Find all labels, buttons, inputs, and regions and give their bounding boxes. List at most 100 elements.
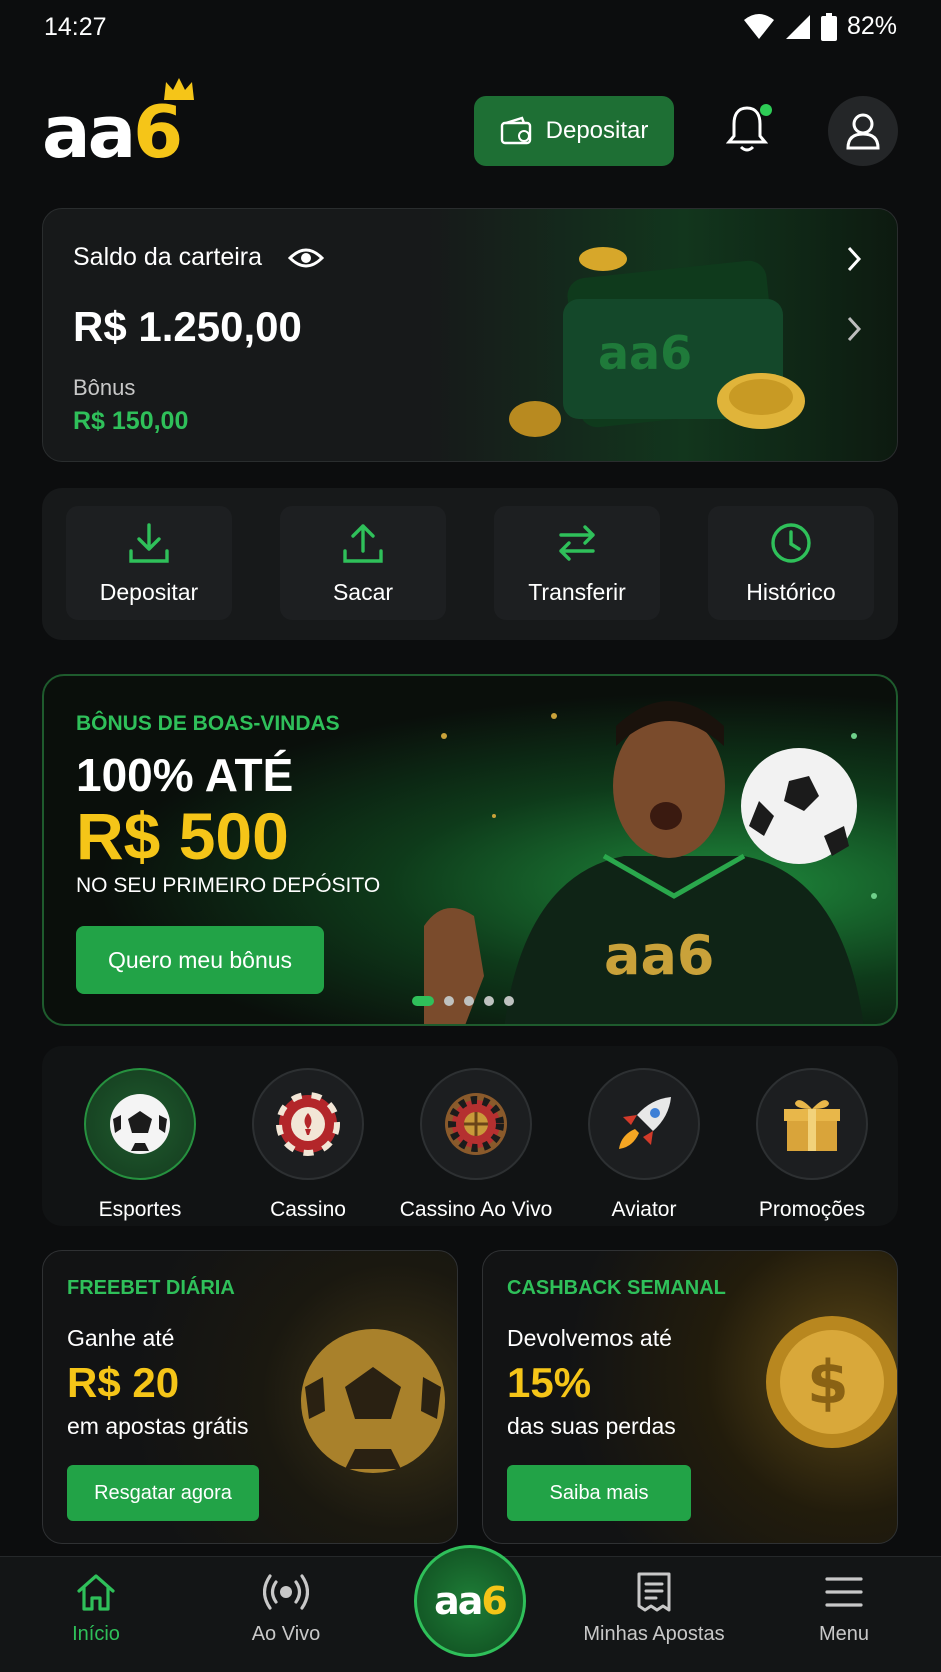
- wallet-label: Saldo da carteira: [73, 243, 263, 271]
- notifications-button[interactable]: [725, 104, 776, 158]
- quick-action-label: Histórico: [746, 578, 836, 605]
- banner-headline: 100% ATÉ: [76, 749, 294, 801]
- welcome-bonus-banner[interactable]: aa6 BÔNUS DE BOAS-VINDAS 100% ATÉ R$ 500…: [42, 674, 898, 1026]
- nav-label: Minhas Apostas: [583, 1623, 725, 1645]
- crown-icon: [164, 78, 194, 100]
- category-label: Cassino: [270, 1198, 346, 1221]
- upload-icon: [343, 523, 383, 563]
- wallet-bonus-label: Bônus: [73, 375, 136, 400]
- wallet-illustration: aa6: [509, 247, 805, 437]
- promo-line1: Ganhe até: [67, 1325, 175, 1351]
- nav-live[interactable]: Ao Vivo: [206, 1571, 366, 1646]
- nav-label: Ao Vivo: [251, 1623, 321, 1645]
- promo-line2: em apostas grátis: [67, 1413, 249, 1439]
- nav-home-logo-button[interactable]: aa6: [414, 1545, 526, 1657]
- chevron-right-icon[interactable]: [845, 245, 863, 273]
- quick-action-label: Depositar: [99, 578, 199, 605]
- rocket-icon: [619, 1097, 671, 1149]
- category-row: Esportes Cassino Cassino Ao Vivo Aviator…: [42, 1046, 898, 1226]
- nav-logo-text: aa6: [434, 1579, 508, 1623]
- category-label: Cassino Ao Vivo: [399, 1198, 553, 1221]
- wallet-icon: [500, 116, 531, 145]
- home-icon: [77, 1574, 115, 1611]
- promo-amount: R$ 20: [67, 1359, 180, 1406]
- status-time: 14:27: [44, 13, 107, 41]
- gift-icon: [784, 1100, 840, 1151]
- battery-icon: [820, 12, 837, 41]
- category-sports[interactable]: Esportes: [55, 1068, 225, 1222]
- app-logo[interactable]: aa6: [42, 76, 212, 176]
- cashback-card[interactable]: $ CASHBACK SEMANAL Devolvemos até 15% da…: [482, 1250, 898, 1544]
- category-live-casino[interactable]: Cassino Ao Vivo: [391, 1068, 561, 1222]
- banner-amount: R$ 500: [76, 799, 289, 873]
- nav-my-bets[interactable]: Minhas Apostas: [574, 1571, 734, 1646]
- header-deposit-label: Depositar: [545, 117, 649, 144]
- carousel-dot[interactable]: [484, 996, 494, 1006]
- notification-dot: [760, 104, 772, 116]
- logo-text: aa6: [42, 90, 183, 174]
- quick-action-history[interactable]: Histórico: [708, 506, 874, 620]
- nav-label: Início: [72, 1623, 120, 1645]
- jersey-logo: aa6: [604, 924, 714, 987]
- carousel-dots: [412, 996, 514, 1006]
- status-icons: 82%: [743, 12, 897, 41]
- status-bar: 14:27 82%: [0, 0, 941, 56]
- freebet-card[interactable]: FREEBET DIÁRIA Ganhe até R$ 20 em aposta…: [42, 1250, 458, 1544]
- betslip-icon: [637, 1572, 671, 1612]
- nav-label: Menu: [818, 1623, 870, 1645]
- gold-soccer-ball-illustration: [301, 1329, 445, 1473]
- category-label: Esportes: [98, 1198, 182, 1221]
- banner-subline: NO SEU PRIMEIRO DEPÓSITO: [76, 874, 381, 897]
- user-icon: [846, 113, 880, 150]
- header-deposit-button[interactable]: Depositar: [474, 96, 674, 166]
- transfer-icon: [559, 524, 595, 561]
- roulette-icon: [445, 1093, 507, 1155]
- quick-action-withdraw[interactable]: Sacar: [280, 506, 446, 620]
- promo-eyebrow: FREEBET DIÁRIA: [67, 1277, 235, 1299]
- category-casino[interactable]: Cassino: [223, 1068, 393, 1222]
- svg-text:aa6: aa6: [598, 326, 692, 380]
- signal-icon: [785, 14, 810, 39]
- category-promotions[interactable]: Promoções: [727, 1068, 897, 1222]
- wifi-icon: [743, 13, 774, 39]
- category-label: Aviator: [611, 1198, 677, 1221]
- quick-action-deposit[interactable]: Depositar: [66, 506, 232, 620]
- category-aviator[interactable]: Aviator: [559, 1068, 729, 1222]
- nav-home[interactable]: Início: [16, 1571, 176, 1646]
- quick-action-label: Transferir: [528, 578, 626, 605]
- learn-more-button[interactable]: Saiba mais: [507, 1465, 691, 1521]
- promo-line1: Devolvemos até: [507, 1325, 672, 1351]
- nav-menu[interactable]: Menu: [764, 1571, 924, 1646]
- promo-line2: das suas perdas: [507, 1413, 676, 1439]
- carousel-dot[interactable]: [444, 996, 454, 1006]
- carousel-dot[interactable]: [464, 996, 474, 1006]
- quick-action-transfer[interactable]: Transferir: [494, 506, 660, 620]
- bottom-navigation: Início Ao Vivo aa6 Minhas Apostas Menu: [0, 1545, 941, 1672]
- player-illustration: aa6: [424, 701, 877, 1024]
- app-header: aa6 Depositar: [42, 76, 898, 176]
- claim-freebet-button[interactable]: Resgatar agora: [67, 1465, 259, 1521]
- promo-eyebrow: CASHBACK SEMANAL: [507, 1277, 726, 1299]
- carousel-dot[interactable]: [504, 996, 514, 1006]
- chevron-right-icon[interactable]: [845, 315, 863, 343]
- profile-button[interactable]: [828, 96, 898, 166]
- quick-actions: Depositar Sacar Transferir Histórico: [42, 488, 898, 640]
- hamburger-menu-icon: [825, 1577, 863, 1607]
- battery-percent: 82%: [846, 12, 897, 40]
- category-label: Promoções: [758, 1198, 866, 1221]
- wallet-balance: R$ 1.250,00: [73, 303, 302, 350]
- clock-icon: [771, 522, 811, 563]
- wallet-card[interactable]: Saldo da carteira R$ 1.250,00 Bônus R$ 1…: [42, 208, 898, 462]
- svg-text:$: $: [807, 1348, 849, 1418]
- wallet-bonus-amount: R$ 150,00: [73, 407, 189, 435]
- soccer-ball-icon: [110, 1094, 170, 1154]
- wallet-label-row: Saldo da carteira: [73, 243, 325, 272]
- eye-icon[interactable]: [288, 246, 325, 270]
- casino-chip-icon: [276, 1092, 340, 1156]
- claim-bonus-button[interactable]: Quero meu bônus: [76, 926, 324, 994]
- banner-eyebrow: BÔNUS DE BOAS-VINDAS: [76, 712, 340, 735]
- promo-amount: 15%: [507, 1359, 592, 1406]
- gold-coin-illustration: $: [766, 1316, 897, 1448]
- carousel-dot-active[interactable]: [412, 996, 434, 1006]
- live-broadcast-icon: [263, 1574, 309, 1610]
